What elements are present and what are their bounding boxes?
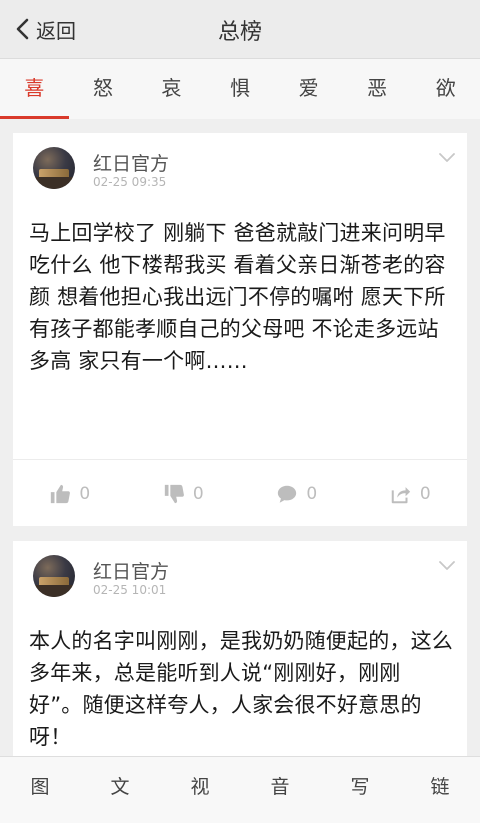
- post-time: 02-25 09:35: [93, 175, 167, 189]
- comment-icon: [278, 485, 297, 503]
- tab-wu[interactable]: 恶: [343, 59, 412, 119]
- dislike-button[interactable]: 0: [127, 460, 241, 527]
- bottom-nav: 图 文 视 音 写 链: [0, 756, 480, 823]
- share-icon: [391, 486, 410, 503]
- avatar[interactable]: [33, 555, 75, 597]
- chevron-down-icon[interactable]: [439, 153, 455, 163]
- thumbs-down-icon: [164, 484, 184, 503]
- page-title: 总榜: [217, 20, 262, 45]
- post-card: 红日官方 02-25 09:35 马上回学校了 刚躺下 爸爸就敲门进来问明早吃什…: [13, 133, 467, 526]
- share-count: 0: [419, 483, 431, 504]
- like-count: 0: [79, 483, 91, 504]
- thumbs-up-icon: [51, 484, 71, 503]
- tab-xi[interactable]: 喜: [0, 59, 69, 119]
- post-author[interactable]: 红日官方: [93, 557, 169, 584]
- comment-count: 0: [306, 483, 318, 504]
- tab-nu[interactable]: 怒: [69, 59, 138, 119]
- avatar[interactable]: [33, 147, 75, 189]
- nav-image[interactable]: 图: [0, 757, 80, 823]
- nav-video[interactable]: 视: [160, 757, 240, 823]
- tab-ju[interactable]: 惧: [206, 59, 275, 119]
- like-button[interactable]: 0: [13, 460, 127, 527]
- nav-link[interactable]: 链: [400, 757, 480, 823]
- dislike-count: 0: [192, 483, 204, 504]
- post-card: 红日官方 02-25 10:01 本人的名字叫刚刚，是我奶奶随便起的，这么多年来…: [13, 541, 467, 756]
- post-time: 02-25 10:01: [93, 583, 167, 597]
- tab-love[interactable]: 爱: [274, 59, 343, 119]
- share-button[interactable]: 0: [354, 460, 468, 527]
- chevron-down-icon[interactable]: [439, 561, 455, 571]
- category-tabs: 喜 怒 哀 惧 爱 恶 欲: [0, 59, 480, 119]
- post-author[interactable]: 红日官方: [93, 149, 169, 176]
- nav-text[interactable]: 文: [80, 757, 160, 823]
- nav-audio[interactable]: 音: [240, 757, 320, 823]
- top-bar: 返回 总榜: [0, 0, 480, 59]
- post-actions: 0 0 0 0: [13, 459, 467, 527]
- post-content: 本人的名字叫刚刚，是我奶奶随便起的，这么多年来，总是能听到人说“刚刚好，刚刚好”…: [29, 629, 453, 749]
- nav-write[interactable]: 写: [320, 757, 400, 823]
- comment-button[interactable]: 0: [240, 460, 354, 527]
- tab-yu[interactable]: 欲: [411, 59, 480, 119]
- tab-ai[interactable]: 哀: [137, 59, 206, 119]
- post-content: 马上回学校了 刚躺下 爸爸就敲门进来问明早吃什么 他下楼帮我买 看着父亲日渐苍老…: [29, 221, 446, 373]
- post-feed[interactable]: 红日官方 02-25 09:35 马上回学校了 刚躺下 爸爸就敲门进来问明早吃什…: [0, 120, 480, 756]
